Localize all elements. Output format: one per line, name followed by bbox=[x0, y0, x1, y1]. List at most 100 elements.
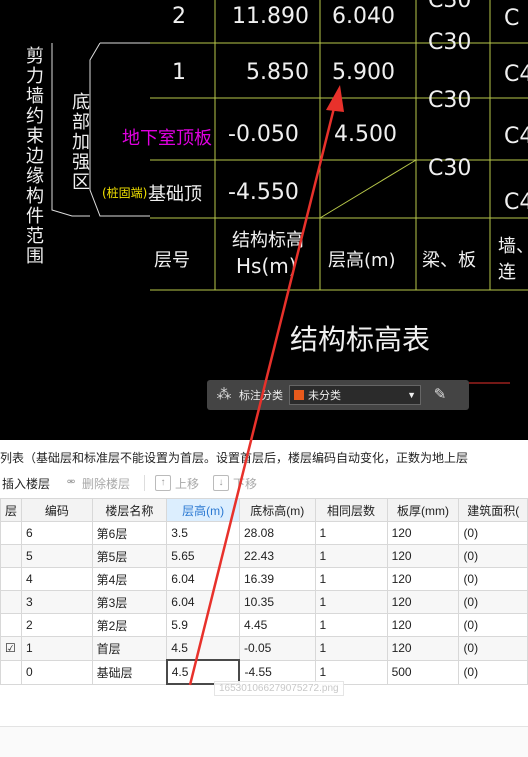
col-header-thick: 板厚(mm) bbox=[386, 498, 460, 522]
cell-first[interactable] bbox=[0, 659, 23, 685]
row-2-elev: 11.890 bbox=[232, 4, 309, 29]
cell-height[interactable]: 5.9 bbox=[166, 613, 240, 637]
cell-code[interactable]: 1 bbox=[21, 636, 93, 661]
delete-floor-label: 删除楼层 bbox=[82, 476, 131, 491]
cell-name[interactable]: 首层 bbox=[91, 636, 168, 661]
cell-thick[interactable]: 500 bbox=[386, 659, 460, 685]
annotation-category-toolbar: ⁂ 标注分类 未分类 ▼ ✎ bbox=[207, 380, 469, 410]
cell-bottom[interactable]: 4.45 bbox=[238, 613, 316, 637]
row-1-elev: 5.850 bbox=[246, 60, 309, 85]
cad-drawing-canvas[interactable]: 剪力墙约束边缘构件范围 底部加强区 2 11.890 6.040 C30 C30… bbox=[0, 0, 528, 440]
cell-bottom[interactable]: 10.35 bbox=[238, 590, 316, 614]
cell-name[interactable]: 第5层 bbox=[91, 544, 168, 568]
cell-code[interactable]: 2 bbox=[21, 613, 93, 637]
cell-area[interactable]: (0) bbox=[458, 659, 528, 685]
cell-bottom[interactable]: 28.08 bbox=[238, 521, 316, 545]
move-down-label: 下移 bbox=[233, 476, 258, 491]
row-1-concrete: C30 bbox=[428, 88, 472, 113]
cell-bottom[interactable]: 16.39 bbox=[238, 567, 316, 591]
cell-same[interactable]: 1 bbox=[314, 613, 388, 637]
cell-bottom[interactable]: -0.05 bbox=[238, 636, 316, 661]
header-struct-elev-2: Hs(m) bbox=[236, 254, 297, 278]
cell-thick[interactable]: 120 bbox=[386, 567, 460, 591]
cell-first[interactable] bbox=[0, 567, 23, 591]
table-row[interactable]: ☑ 1 首层 4.5 -0.05 1 120 (0) bbox=[0, 636, 528, 661]
cell-first[interactable]: ☑ bbox=[0, 636, 23, 661]
cell-code[interactable]: 3 bbox=[21, 590, 93, 614]
row-2-floor: 2 bbox=[172, 4, 186, 29]
annotation-category-select[interactable]: 未分类 ▼ bbox=[289, 385, 421, 405]
cell-same[interactable]: 1 bbox=[314, 521, 388, 545]
header-wall: 墙、 bbox=[498, 236, 528, 257]
image-filename-tooltip: 1653010662790752​72.png bbox=[214, 681, 344, 696]
move-up-button[interactable]: ↑ 上移 bbox=[155, 475, 199, 492]
cell-first[interactable] bbox=[0, 613, 23, 637]
cell-first[interactable] bbox=[0, 521, 23, 545]
cell-name[interactable]: 基础层 bbox=[91, 659, 168, 685]
toolbar-divider bbox=[144, 475, 146, 491]
cell-area[interactable]: (0) bbox=[458, 544, 528, 568]
cell-name[interactable]: 第3层 bbox=[91, 590, 168, 614]
row-b-height: 4.500 bbox=[334, 122, 397, 147]
cell-code[interactable]: 4 bbox=[21, 567, 93, 591]
row-2-col5: C bbox=[504, 6, 520, 31]
cell-name[interactable]: 第6层 bbox=[91, 521, 168, 545]
header-height: 层高(m) bbox=[328, 250, 396, 271]
delete-icon: ⚮ bbox=[66, 477, 76, 488]
cell-height[interactable]: 5.65 bbox=[166, 544, 240, 568]
cell-height[interactable]: 6.04 bbox=[166, 590, 240, 614]
header-beam-slab: 梁、板 bbox=[422, 250, 476, 271]
cell-area[interactable]: (0) bbox=[458, 590, 528, 614]
cell-code[interactable]: 6 bbox=[21, 521, 93, 545]
cell-first[interactable] bbox=[0, 590, 23, 614]
arrow-up-icon: ↑ bbox=[155, 475, 172, 491]
category-color-swatch bbox=[294, 390, 304, 400]
cell-code[interactable]: 5 bbox=[21, 544, 93, 568]
cell-height[interactable]: 6.04 bbox=[166, 567, 240, 591]
cell-name[interactable]: 第2层 bbox=[91, 613, 168, 637]
grid-icon[interactable]: ⁂ bbox=[215, 386, 233, 404]
cell-bottom[interactable]: 22.43 bbox=[238, 544, 316, 568]
cell-height[interactable]: 4.5 bbox=[166, 636, 240, 661]
cell-thick[interactable]: 120 bbox=[386, 613, 460, 637]
row-b-concrete: C30 bbox=[428, 156, 472, 181]
col-header-height[interactable]: 层高(m) bbox=[166, 498, 240, 522]
table-title: 结构标高表 bbox=[290, 323, 431, 356]
cell-area[interactable]: (0) bbox=[458, 636, 528, 661]
table-row[interactable]: 3 第3层 6.04 10.35 1 120 (0) bbox=[0, 590, 528, 614]
table-row[interactable]: 5 第5层 5.65 22.43 1 120 (0) bbox=[0, 544, 528, 568]
cell-name[interactable]: 第4层 bbox=[91, 567, 168, 591]
table-row[interactable]: 4 第4层 6.04 16.39 1 120 (0) bbox=[0, 567, 528, 591]
delete-floor-button[interactable]: ⚮ 删除楼层 bbox=[64, 475, 130, 492]
cell-same[interactable]: 1 bbox=[314, 567, 388, 591]
edit-icon[interactable]: ✎ bbox=[431, 386, 449, 404]
floor-table: 层 编码 楼层名称 层高(m) 底标高(m) 相同层数 板厚(mm) 建筑面积(… bbox=[0, 498, 528, 685]
row-f-col5: C4 bbox=[504, 190, 528, 215]
cell-area[interactable]: (0) bbox=[458, 613, 528, 637]
table-row[interactable]: 2 第2层 5.9 4.45 1 120 (0) bbox=[0, 613, 528, 637]
row-1-floor: 1 bbox=[172, 60, 186, 85]
row-b-elev: -0.050 bbox=[228, 122, 299, 147]
cell-area[interactable]: (0) bbox=[458, 521, 528, 545]
cell-same[interactable]: 1 bbox=[314, 636, 388, 661]
insert-floor-button[interactable]: 插入楼层 bbox=[2, 475, 50, 492]
cell-first[interactable] bbox=[0, 544, 23, 568]
floor-list-panel: 列表（基础层和标准层不能设置为首层。设置首层后，楼层编码自动变化，正数为地上层 … bbox=[0, 440, 528, 757]
move-down-button[interactable]: ↓ 下移 bbox=[213, 475, 257, 492]
cell-thick[interactable]: 120 bbox=[386, 636, 460, 661]
cell-thick[interactable]: 120 bbox=[386, 590, 460, 614]
cell-thick[interactable]: 120 bbox=[386, 544, 460, 568]
table-row[interactable]: 6 第6层 3.5 28.08 1 120 (0) bbox=[0, 521, 528, 545]
cell-same[interactable]: 1 bbox=[314, 544, 388, 568]
cell-same[interactable]: 1 bbox=[314, 590, 388, 614]
cell-code[interactable]: 0 bbox=[21, 659, 93, 685]
cell-height[interactable]: 3.5 bbox=[166, 521, 240, 545]
cell-area[interactable]: (0) bbox=[458, 567, 528, 591]
row-b-col5: C4 bbox=[504, 124, 528, 149]
cell-thick[interactable]: 120 bbox=[386, 521, 460, 545]
annotation-category-label: 标注分类 bbox=[239, 390, 283, 402]
col-header-name: 楼层名称 bbox=[91, 498, 168, 522]
header-wall-2: 连 bbox=[498, 262, 516, 283]
move-up-label: 上移 bbox=[175, 476, 200, 491]
col-header-bottom: 底标高(m) bbox=[238, 498, 316, 522]
